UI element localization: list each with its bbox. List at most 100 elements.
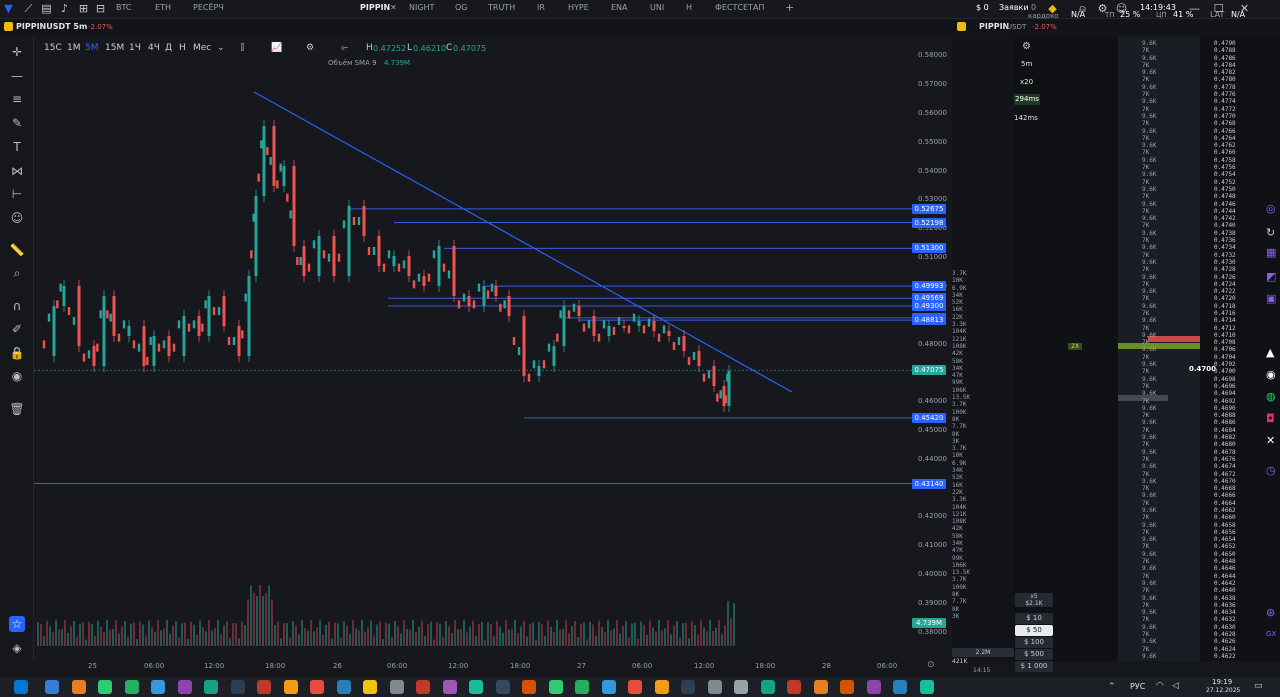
whatsapp-icon[interactable]: ◍: [1266, 390, 1276, 403]
favorites-icon[interactable]: ☆: [9, 616, 25, 632]
side-app-icon-4[interactable]: ◩: [1266, 270, 1276, 283]
taskbar-app-icon[interactable]: [151, 680, 165, 694]
eye-icon[interactable]: ◉: [9, 368, 25, 384]
chart-icon[interactable]: ▤: [40, 2, 53, 15]
tab-pippin[interactable]: PIPPIN: [360, 3, 390, 12]
taskbar-app-icon[interactable]: [45, 680, 59, 694]
size-display[interactable]: x5 $2.1K: [1015, 593, 1053, 607]
taskbar-app-icon[interactable]: [734, 680, 748, 694]
x-icon[interactable]: ✕: [1266, 434, 1275, 447]
tab-night[interactable]: NIGHT: [409, 3, 434, 12]
taskbar-app-icon[interactable]: [336, 680, 351, 694]
taskbar-app-icon[interactable]: [442, 680, 457, 694]
close-tab-icon[interactable]: ✕: [390, 3, 397, 12]
taskbar-app-icon[interactable]: [522, 680, 536, 694]
amount-1000-button[interactable]: $ 1 000: [1015, 661, 1053, 672]
side-app-icon-7[interactable]: ◉: [1266, 368, 1276, 381]
brush-tool-icon[interactable]: ✎: [9, 115, 25, 131]
trend-line-icon[interactable]: ⟋: [22, 2, 35, 15]
taskbar-app-icon[interactable]: [681, 680, 695, 694]
chart-area[interactable]: 15С 1М 5М 15М 1Ч 4Ч Д Н Мес ⌄ ⫿ 📈 ⚙ ⟜ H …: [34, 36, 951, 661]
taskbar-app-icon[interactable]: [204, 680, 218, 694]
taskbar-app-icon[interactable]: [389, 680, 404, 694]
bell-icon[interactable]: ♪: [58, 2, 71, 15]
volume-icon[interactable]: ◁: [1172, 681, 1179, 691]
taskbar-app-icon[interactable]: [813, 680, 828, 694]
symbol-name[interactable]: PIPPINUSDT 5m: [16, 22, 87, 31]
taskbar-app-icon[interactable]: [840, 680, 854, 694]
text-tool-icon[interactable]: T: [9, 139, 25, 155]
taskbar-app-icon[interactable]: [283, 680, 298, 694]
tab-og[interactable]: OG: [455, 3, 468, 12]
side-app-icon-5[interactable]: ▣: [1266, 292, 1276, 305]
bell-notify-icon[interactable]: ⍝: [1076, 2, 1089, 15]
grid-icon[interactable]: ⊟: [94, 2, 107, 15]
tab-research[interactable]: РЕСЁРЧ: [193, 3, 224, 12]
start-icon[interactable]: [14, 680, 28, 694]
axis-settings-icon[interactable]: ⊙: [927, 660, 935, 670]
tab-hype[interactable]: HYPE: [568, 3, 589, 12]
right-symbol-name[interactable]: PIPPIN: [979, 22, 1009, 31]
zoom-icon[interactable]: ⌕: [9, 265, 25, 281]
price-chart-svg[interactable]: [34, 36, 912, 661]
taskbar-app-icon[interactable]: [230, 680, 245, 694]
orderbook-panel[interactable]: ⚙ 5m x20 294ms 142ms 2X 0.4700 3.7K 10K …: [952, 36, 1280, 665]
taskbar-app-icon[interactable]: [866, 680, 881, 694]
close-window-icon[interactable]: ✕: [1238, 2, 1251, 15]
layout-icon[interactable]: ⊞: [77, 2, 90, 15]
trash-icon[interactable]: 🗑: [9, 401, 25, 417]
tab-festsetap[interactable]: ФЕСТСЕТАП: [715, 3, 764, 12]
language-indicator[interactable]: РУС: [1130, 682, 1145, 691]
panel-leverage[interactable]: x20: [1020, 78, 1033, 86]
tab-eth[interactable]: ETH: [155, 3, 171, 12]
amount-500-button[interactable]: $ 500: [1015, 649, 1053, 660]
orders-label[interactable]: Заявки: [999, 3, 1029, 12]
ruler-icon[interactable]: 📏: [9, 242, 25, 258]
tradingview-logo-icon[interactable]: ▼: [2, 2, 15, 15]
magnet-icon[interactable]: ∩: [9, 298, 25, 314]
instagram-icon[interactable]: ◘: [1266, 412, 1275, 425]
tray-chevron-icon[interactable]: ⌃: [1108, 682, 1116, 692]
side-app-icon-8[interactable]: ⊛: [1266, 606, 1275, 619]
taskbar-app-icon[interactable]: [787, 680, 801, 694]
clock-icon[interactable]: ◷: [1266, 464, 1276, 477]
fib-tool-icon[interactable]: ≡: [9, 91, 25, 107]
taskbar-app-icon[interactable]: [575, 680, 589, 694]
prediction-tool-icon[interactable]: ⊢: [9, 186, 25, 202]
price-scale[interactable]: [913, 36, 951, 661]
minimize-icon[interactable]: —: [1188, 2, 1201, 15]
side-app-icon-9[interactable]: GX: [1266, 630, 1276, 638]
tab-ena[interactable]: ENA: [611, 3, 628, 12]
panel-settings-icon[interactable]: ⚙: [1022, 41, 1031, 52]
pattern-tool-icon[interactable]: ⋈: [9, 163, 25, 179]
amount-50-button[interactable]: $ 50: [1015, 625, 1053, 636]
taskbar-app-icon[interactable]: [707, 680, 722, 694]
tab-uni[interactable]: UNI: [650, 3, 664, 12]
maximize-icon[interactable]: ☐: [1212, 2, 1225, 15]
tab-h[interactable]: H: [686, 3, 692, 12]
taskbar-app-icon[interactable]: [363, 680, 377, 694]
taskbar-app-icon[interactable]: [760, 680, 775, 694]
crosshair-icon[interactable]: ✛: [9, 44, 25, 60]
taskbar-app-icon[interactable]: [469, 680, 483, 694]
taskbar-app-icon[interactable]: [893, 680, 907, 694]
taskbar-app-icon[interactable]: [601, 680, 616, 694]
add-tab-icon[interactable]: +: [785, 1, 794, 14]
tab-ir[interactable]: IR: [537, 3, 545, 12]
taskbar-app-icon[interactable]: [919, 680, 934, 694]
taskbar-app-icon[interactable]: [654, 680, 669, 694]
side-app-icon-1[interactable]: ◎: [1266, 202, 1276, 215]
taskbar-app-icon[interactable]: [98, 680, 112, 694]
lock-icon[interactable]: 🔒: [9, 345, 25, 361]
wifi-icon[interactable]: ◠: [1156, 681, 1164, 691]
panel-timeframe[interactable]: 5m: [1021, 60, 1032, 68]
taskbar-app-icon[interactable]: [71, 680, 86, 694]
notification-icon[interactable]: ▭: [1254, 681, 1263, 691]
tab-truth[interactable]: TRUTH: [488, 3, 515, 12]
taskbar-app-icon[interactable]: [310, 680, 324, 694]
side-app-icon-2[interactable]: ↻: [1266, 226, 1275, 239]
line-tool-icon[interactable]: —: [9, 68, 25, 84]
taskbar-app-icon[interactable]: [628, 680, 642, 694]
taskbar-app-icon[interactable]: [548, 680, 563, 694]
emoji-icon[interactable]: ☺: [9, 210, 25, 226]
